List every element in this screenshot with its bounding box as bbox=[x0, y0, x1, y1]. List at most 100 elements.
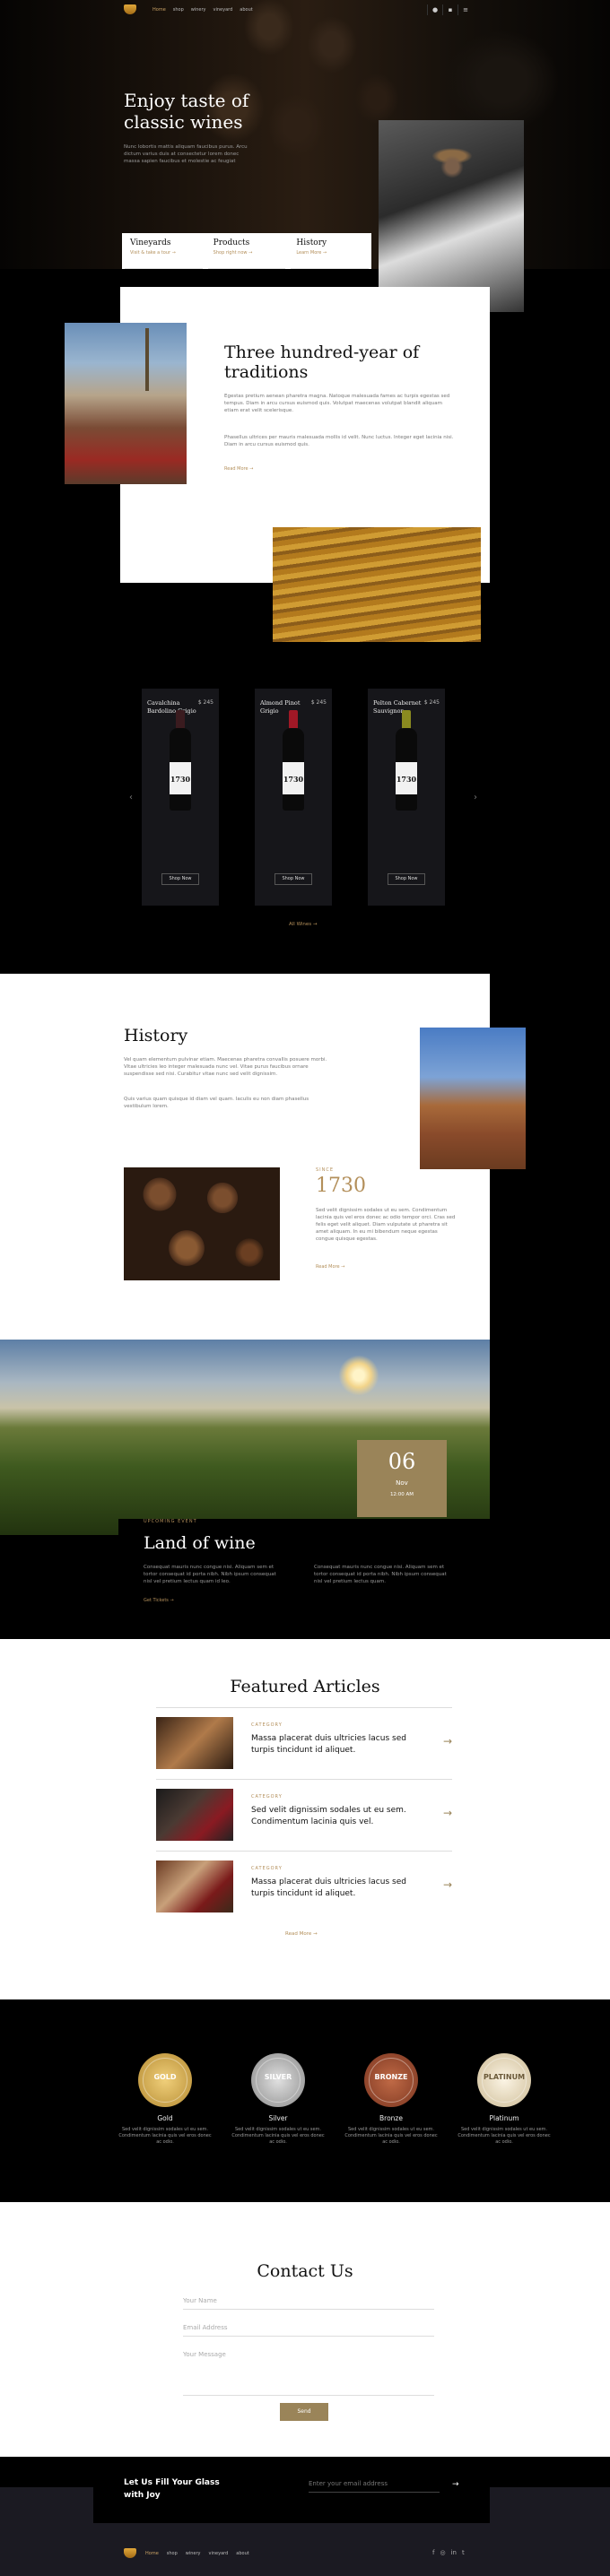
arrow-right-icon[interactable]: → bbox=[443, 1807, 452, 1819]
hero-card-vineyards[interactable]: Vineyards Visit & take a tour → bbox=[125, 233, 203, 269]
award-description: Sed velit dignissim sodales ut eu sem. C… bbox=[231, 2127, 325, 2145]
logo-icon[interactable] bbox=[124, 4, 136, 14]
facebook-icon[interactable]: f bbox=[432, 2549, 434, 2556]
award-description: Sed velit dignissim sodales ut eu sem. C… bbox=[458, 2127, 551, 2145]
woman-vineyard-image bbox=[65, 323, 187, 484]
bronze-medal-icon: BRONZE bbox=[364, 2053, 418, 2107]
product-name: Almond Pinot Grigio bbox=[260, 699, 301, 715]
palm-tree bbox=[145, 328, 149, 391]
hero-card-link[interactable]: Shop right now → bbox=[214, 250, 281, 256]
article-image bbox=[156, 1717, 233, 1769]
all-wines-link[interactable]: All Wines → bbox=[289, 922, 318, 927]
nav-icons: ● ▪ ≡ bbox=[427, 4, 473, 15]
hero-card-history[interactable]: History Learn More → bbox=[291, 233, 370, 269]
hero-card-title: Products bbox=[213, 239, 250, 247]
history-read-more-link[interactable]: Read More → bbox=[316, 1264, 344, 1270]
message-textarea[interactable]: Your Message bbox=[183, 2351, 434, 2396]
event-paragraph-1: Consequat mauris nunc congue nisi. Aliqu… bbox=[144, 1565, 276, 1584]
product-price: $ 245 bbox=[197, 699, 214, 706]
nav-links: Home shop winery vineyard about bbox=[152, 7, 253, 13]
bottle-label: 1730 bbox=[283, 762, 304, 794]
event-label: UPCOMING EVENT bbox=[144, 1519, 197, 1524]
traditions-title: Three hundred-year of traditions bbox=[224, 343, 420, 382]
social-links: f ◎ in t bbox=[432, 2549, 465, 2556]
hero-title: Enjoy taste of classic wines bbox=[124, 90, 248, 133]
arrow-right-icon[interactable]: → bbox=[443, 1735, 452, 1748]
nav-link-about[interactable]: about bbox=[240, 7, 252, 13]
arrow-right-icon[interactable]: → bbox=[452, 2480, 459, 2489]
newsletter-email-input[interactable]: Enter your email address bbox=[309, 2480, 440, 2493]
hero-man-drinking-image bbox=[379, 120, 524, 312]
product-card[interactable]: Cavalchina Bardolino Grigio $ 245 1730 S… bbox=[142, 689, 219, 906]
nav-link-vineyard[interactable]: vineyard bbox=[214, 7, 233, 13]
menu-icon[interactable]: ≡ bbox=[458, 4, 473, 15]
hero-card-link[interactable]: Learn More → bbox=[296, 250, 363, 256]
newsletter-bar: Let Us Fill Your Glass with Joy Enter you… bbox=[93, 2457, 490, 2523]
bottle-label: 1730 bbox=[396, 762, 417, 794]
shop-now-button[interactable]: Shop Now bbox=[274, 873, 312, 885]
footer-link-about[interactable]: about bbox=[236, 2551, 248, 2556]
nav-link-home[interactable]: Home bbox=[152, 7, 166, 13]
traditions-paragraph-2: Phasellus ultrices per mauris malesuada … bbox=[224, 435, 454, 447]
history-paragraph-3: Sed velit dignissim sodales ut eu sem. C… bbox=[316, 1208, 456, 1242]
hero-cards: Vineyards Visit & take a tour → Products… bbox=[122, 233, 371, 269]
product-name: Pelton Cabernet Sauvignon bbox=[373, 699, 422, 715]
instagram-icon[interactable]: ◎ bbox=[440, 2549, 445, 2556]
hero-card-products[interactable]: Products Shop right now → bbox=[207, 233, 286, 269]
since-label: SINCE bbox=[316, 1167, 335, 1173]
email-input[interactable]: Email Address bbox=[183, 2324, 434, 2337]
contact-title: Contact Us bbox=[257, 2261, 353, 2281]
send-button[interactable]: Send bbox=[280, 2403, 328, 2421]
twitter-icon[interactable]: t bbox=[462, 2549, 465, 2556]
article-title[interactable]: Massa placerat duis ultricies lacus sed … bbox=[251, 1733, 422, 1756]
article-category[interactable]: CATEGORY bbox=[251, 1794, 283, 1800]
history-paragraph-2: Quis varius quam quisque id diam vel qua… bbox=[124, 1097, 309, 1109]
article-category[interactable]: CATEGORY bbox=[251, 1722, 283, 1728]
product-card[interactable]: Pelton Cabernet Sauvignon $ 245 1730 Sho… bbox=[368, 689, 445, 906]
hero-card-link[interactable]: Visit & take a tour → bbox=[130, 250, 197, 256]
footer-link-home[interactable]: Home bbox=[145, 2551, 159, 2556]
footer-logo-icon[interactable] bbox=[124, 2548, 136, 2558]
article-title[interactable]: Massa placerat duis ultricies lacus sed … bbox=[251, 1877, 422, 1900]
nav-link-shop[interactable]: shop bbox=[173, 7, 184, 13]
cart-icon[interactable]: ▪ bbox=[442, 4, 458, 15]
search-icon[interactable]: ● bbox=[427, 4, 442, 15]
shop-now-button[interactable]: Shop Now bbox=[161, 873, 199, 885]
event-paragraph-2: Consequat mauris nunc congue nisi. Aliqu… bbox=[314, 1565, 447, 1584]
article-item[interactable]: CATEGORY Massa placerat duis ultricies l… bbox=[156, 1851, 452, 1919]
award-name: Bronze bbox=[379, 2114, 403, 2122]
hero-text: Nunc lobortis mattis aliquam faucibus pu… bbox=[124, 144, 248, 164]
footer-link-shop[interactable]: shop bbox=[167, 2551, 178, 2556]
get-tickets-link[interactable]: Get Tickets → bbox=[144, 1598, 174, 1603]
awards-section: GOLD Gold Sed velit dignissim sodales ut… bbox=[61, 1999, 610, 2202]
event-section: UPCOMING EVENT Land of wine Consequat ma… bbox=[118, 1519, 490, 1639]
shop-now-button[interactable]: Shop Now bbox=[388, 873, 425, 885]
history-paragraph-1: Vel quam elementum pulvinar etiam. Maece… bbox=[124, 1057, 327, 1077]
event-title: Land of wine bbox=[144, 1533, 256, 1553]
since-year: 1730 bbox=[316, 1175, 366, 1197]
linkedin-icon[interactable]: in bbox=[451, 2549, 457, 2556]
article-category[interactable]: CATEGORY bbox=[251, 1866, 283, 1871]
article-title[interactable]: Sed velit dignissim sodales ut eu sem. C… bbox=[251, 1805, 422, 1828]
carousel-prev-arrow-icon[interactable]: ‹ bbox=[129, 793, 133, 802]
article-item[interactable]: CATEGORY Massa placerat duis ultricies l… bbox=[156, 1707, 452, 1775]
product-price: $ 245 bbox=[423, 699, 440, 706]
event-date-box: 06 Nov 12:00 AM bbox=[357, 1440, 447, 1517]
footer-link-winery[interactable]: winery bbox=[186, 2551, 201, 2556]
award-name: Gold bbox=[157, 2114, 173, 2122]
articles-read-more-link[interactable]: Read More → bbox=[285, 1931, 318, 1937]
silver-medal-icon: SILVER bbox=[251, 2053, 305, 2107]
product-card[interactable]: Almond Pinot Grigio $ 245 1730 Shop Now bbox=[255, 689, 332, 906]
history-section: History Vel quam elementum pulvinar etia… bbox=[0, 974, 490, 1345]
footer-link-vineyard[interactable]: vineyard bbox=[209, 2551, 229, 2556]
arrow-right-icon[interactable]: → bbox=[443, 1878, 452, 1891]
articles-title: Featured Articles bbox=[230, 1677, 380, 1696]
traditions-read-more-link[interactable]: Read More → bbox=[224, 466, 253, 472]
hero-card-title: Vineyards bbox=[130, 239, 171, 247]
award-name: Platinum bbox=[489, 2114, 519, 2122]
nav-link-winery[interactable]: winery bbox=[191, 7, 206, 13]
footer-links: Home shop winery vineyard about bbox=[145, 2551, 249, 2556]
article-item[interactable]: CATEGORY Sed velit dignissim sodales ut … bbox=[156, 1779, 452, 1847]
top-nav: Home shop winery vineyard about ● ▪ ≡ bbox=[0, 0, 610, 20]
name-input[interactable]: Your Name bbox=[183, 2297, 434, 2310]
